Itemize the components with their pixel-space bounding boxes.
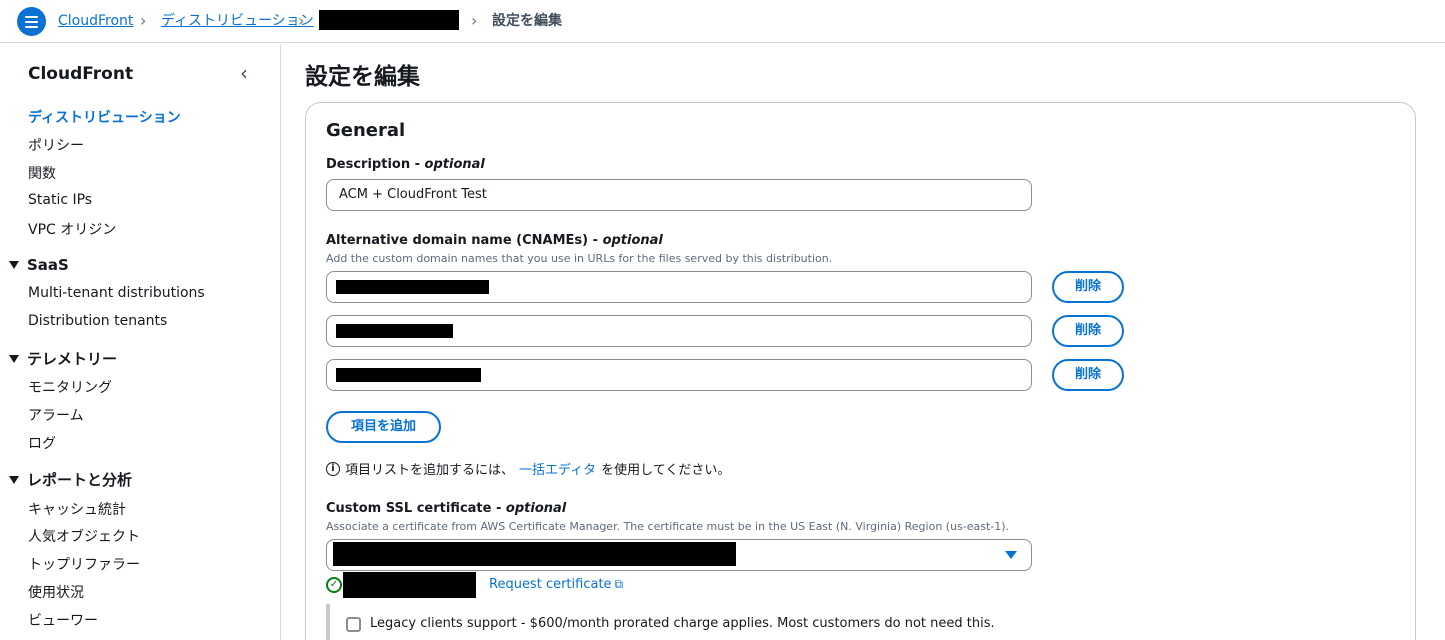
- sidebar-section-saas[interactable]: SaaS: [9, 256, 69, 274]
- chevron-right-icon: ›: [471, 11, 478, 30]
- add-item-button[interactable]: 項目を追加: [326, 411, 441, 443]
- redacted-cname-3: [336, 368, 481, 382]
- bulk-editor-info: i 項目リストを追加するには、 一括エディタ を使用してください。: [326, 459, 730, 478]
- info-prefix: 項目リストを追加するには、: [345, 463, 515, 478]
- info-icon: i: [326, 461, 340, 476]
- redacted-cname-2: [336, 324, 453, 338]
- sidebar-item-distribution-tenants[interactable]: Distribution tenants: [28, 313, 167, 329]
- sidebar: CloudFront ‹ ディストリビューション ポリシー 関数 Static …: [0, 44, 281, 640]
- breadcrumb-current: 設定を編集: [492, 13, 562, 29]
- legacy-clients-checkbox[interactable]: [346, 617, 361, 632]
- section-label: レポートと分析: [27, 471, 133, 489]
- sidebar-section-reports[interactable]: レポートと分析: [9, 469, 132, 490]
- chevron-right-icon: ›: [140, 11, 147, 30]
- optional-tag: optional: [424, 157, 485, 172]
- sidebar-title: CloudFront: [28, 64, 134, 84]
- remove-cname-1-button[interactable]: 削除: [1052, 271, 1124, 303]
- cnames-label: Alternative domain name (CNAMEs) - optio…: [326, 233, 663, 248]
- top-bar: CloudFront › ディストリビューション › › 設定を編集: [0, 0, 1445, 43]
- breadcrumb-cloudfront[interactable]: CloudFront: [58, 12, 133, 30]
- section-label: テレメトリー: [27, 350, 118, 368]
- menu-icon[interactable]: [17, 7, 46, 36]
- redacted-cert-status: [343, 572, 476, 598]
- page-title: 設定を編集: [305, 64, 420, 90]
- cnames-description: Add the custom domain names that you use…: [326, 252, 833, 265]
- external-link-icon: ⧉: [614, 577, 624, 591]
- optional-tag: optional: [602, 233, 663, 248]
- sidebar-item-top-referrers[interactable]: トップリファラー: [28, 554, 140, 574]
- panel-title: General: [326, 120, 406, 141]
- sidebar-item-policies[interactable]: ポリシー: [28, 135, 84, 155]
- info-suffix: を使用してください。: [601, 463, 731, 478]
- check-circle-icon: ✓: [326, 577, 342, 593]
- description-label: Description - optional: [326, 157, 485, 172]
- remove-cname-2-button[interactable]: 削除: [1052, 315, 1124, 347]
- label-text: Custom SSL certificate -: [326, 501, 506, 516]
- redacted-certificate: [333, 542, 736, 566]
- sidebar-item-monitoring[interactable]: モニタリング: [28, 377, 112, 397]
- sidebar-item-cache-stats[interactable]: キャッシュ統計: [28, 499, 126, 519]
- sidebar-item-logs[interactable]: ログ: [28, 433, 56, 453]
- ssl-label: Custom SSL certificate - optional: [326, 501, 566, 516]
- sidebar-item-distributions[interactable]: ディストリビューション: [28, 107, 181, 127]
- request-certificate-link[interactable]: Request certificate ⧉: [489, 577, 623, 592]
- description-input[interactable]: ACM + CloudFront Test: [326, 179, 1032, 211]
- sidebar-item-functions[interactable]: 関数: [28, 163, 56, 183]
- breadcrumb-distributions[interactable]: ディストリビューション: [161, 12, 314, 30]
- collapse-chevron-icon[interactable]: ‹: [240, 61, 248, 85]
- link-text: Request certificate: [489, 577, 612, 592]
- sidebar-section-telemetry[interactable]: テレメトリー: [9, 348, 117, 369]
- caret-down-icon: [9, 355, 19, 363]
- sidebar-item-multi-tenant[interactable]: Multi-tenant distributions: [28, 285, 205, 301]
- caret-down-icon: [9, 261, 19, 269]
- legacy-divider: [326, 604, 330, 640]
- chevron-right-icon: ›: [298, 11, 305, 30]
- sidebar-item-static-ips[interactable]: Static IPs: [28, 192, 92, 208]
- caret-down-icon: [9, 476, 19, 484]
- label-text: Alternative domain name (CNAMEs) -: [326, 233, 603, 248]
- label-text: Description -: [326, 157, 425, 172]
- section-label: SaaS: [27, 256, 69, 274]
- sidebar-item-viewers[interactable]: ビューワー: [28, 610, 98, 630]
- optional-tag: optional: [505, 501, 567, 516]
- legacy-clients-label: Legacy clients support - $600/month pror…: [370, 616, 995, 631]
- caret-down-icon: [1005, 551, 1017, 559]
- remove-cname-3-button[interactable]: 削除: [1052, 359, 1124, 391]
- redacted-cname-1: [336, 280, 489, 294]
- sidebar-item-vpc-origins[interactable]: VPC オリジン: [28, 219, 116, 239]
- bulk-editor-link[interactable]: 一括エディタ: [519, 459, 596, 478]
- sidebar-item-usage[interactable]: 使用状況: [28, 582, 84, 602]
- sidebar-item-alarms[interactable]: アラーム: [28, 405, 84, 425]
- sidebar-item-popular-objects[interactable]: 人気オブジェクト: [28, 526, 140, 546]
- redacted-distribution-id[interactable]: [319, 10, 459, 30]
- ssl-description: Associate a certificate from AWS Certifi…: [326, 520, 1010, 533]
